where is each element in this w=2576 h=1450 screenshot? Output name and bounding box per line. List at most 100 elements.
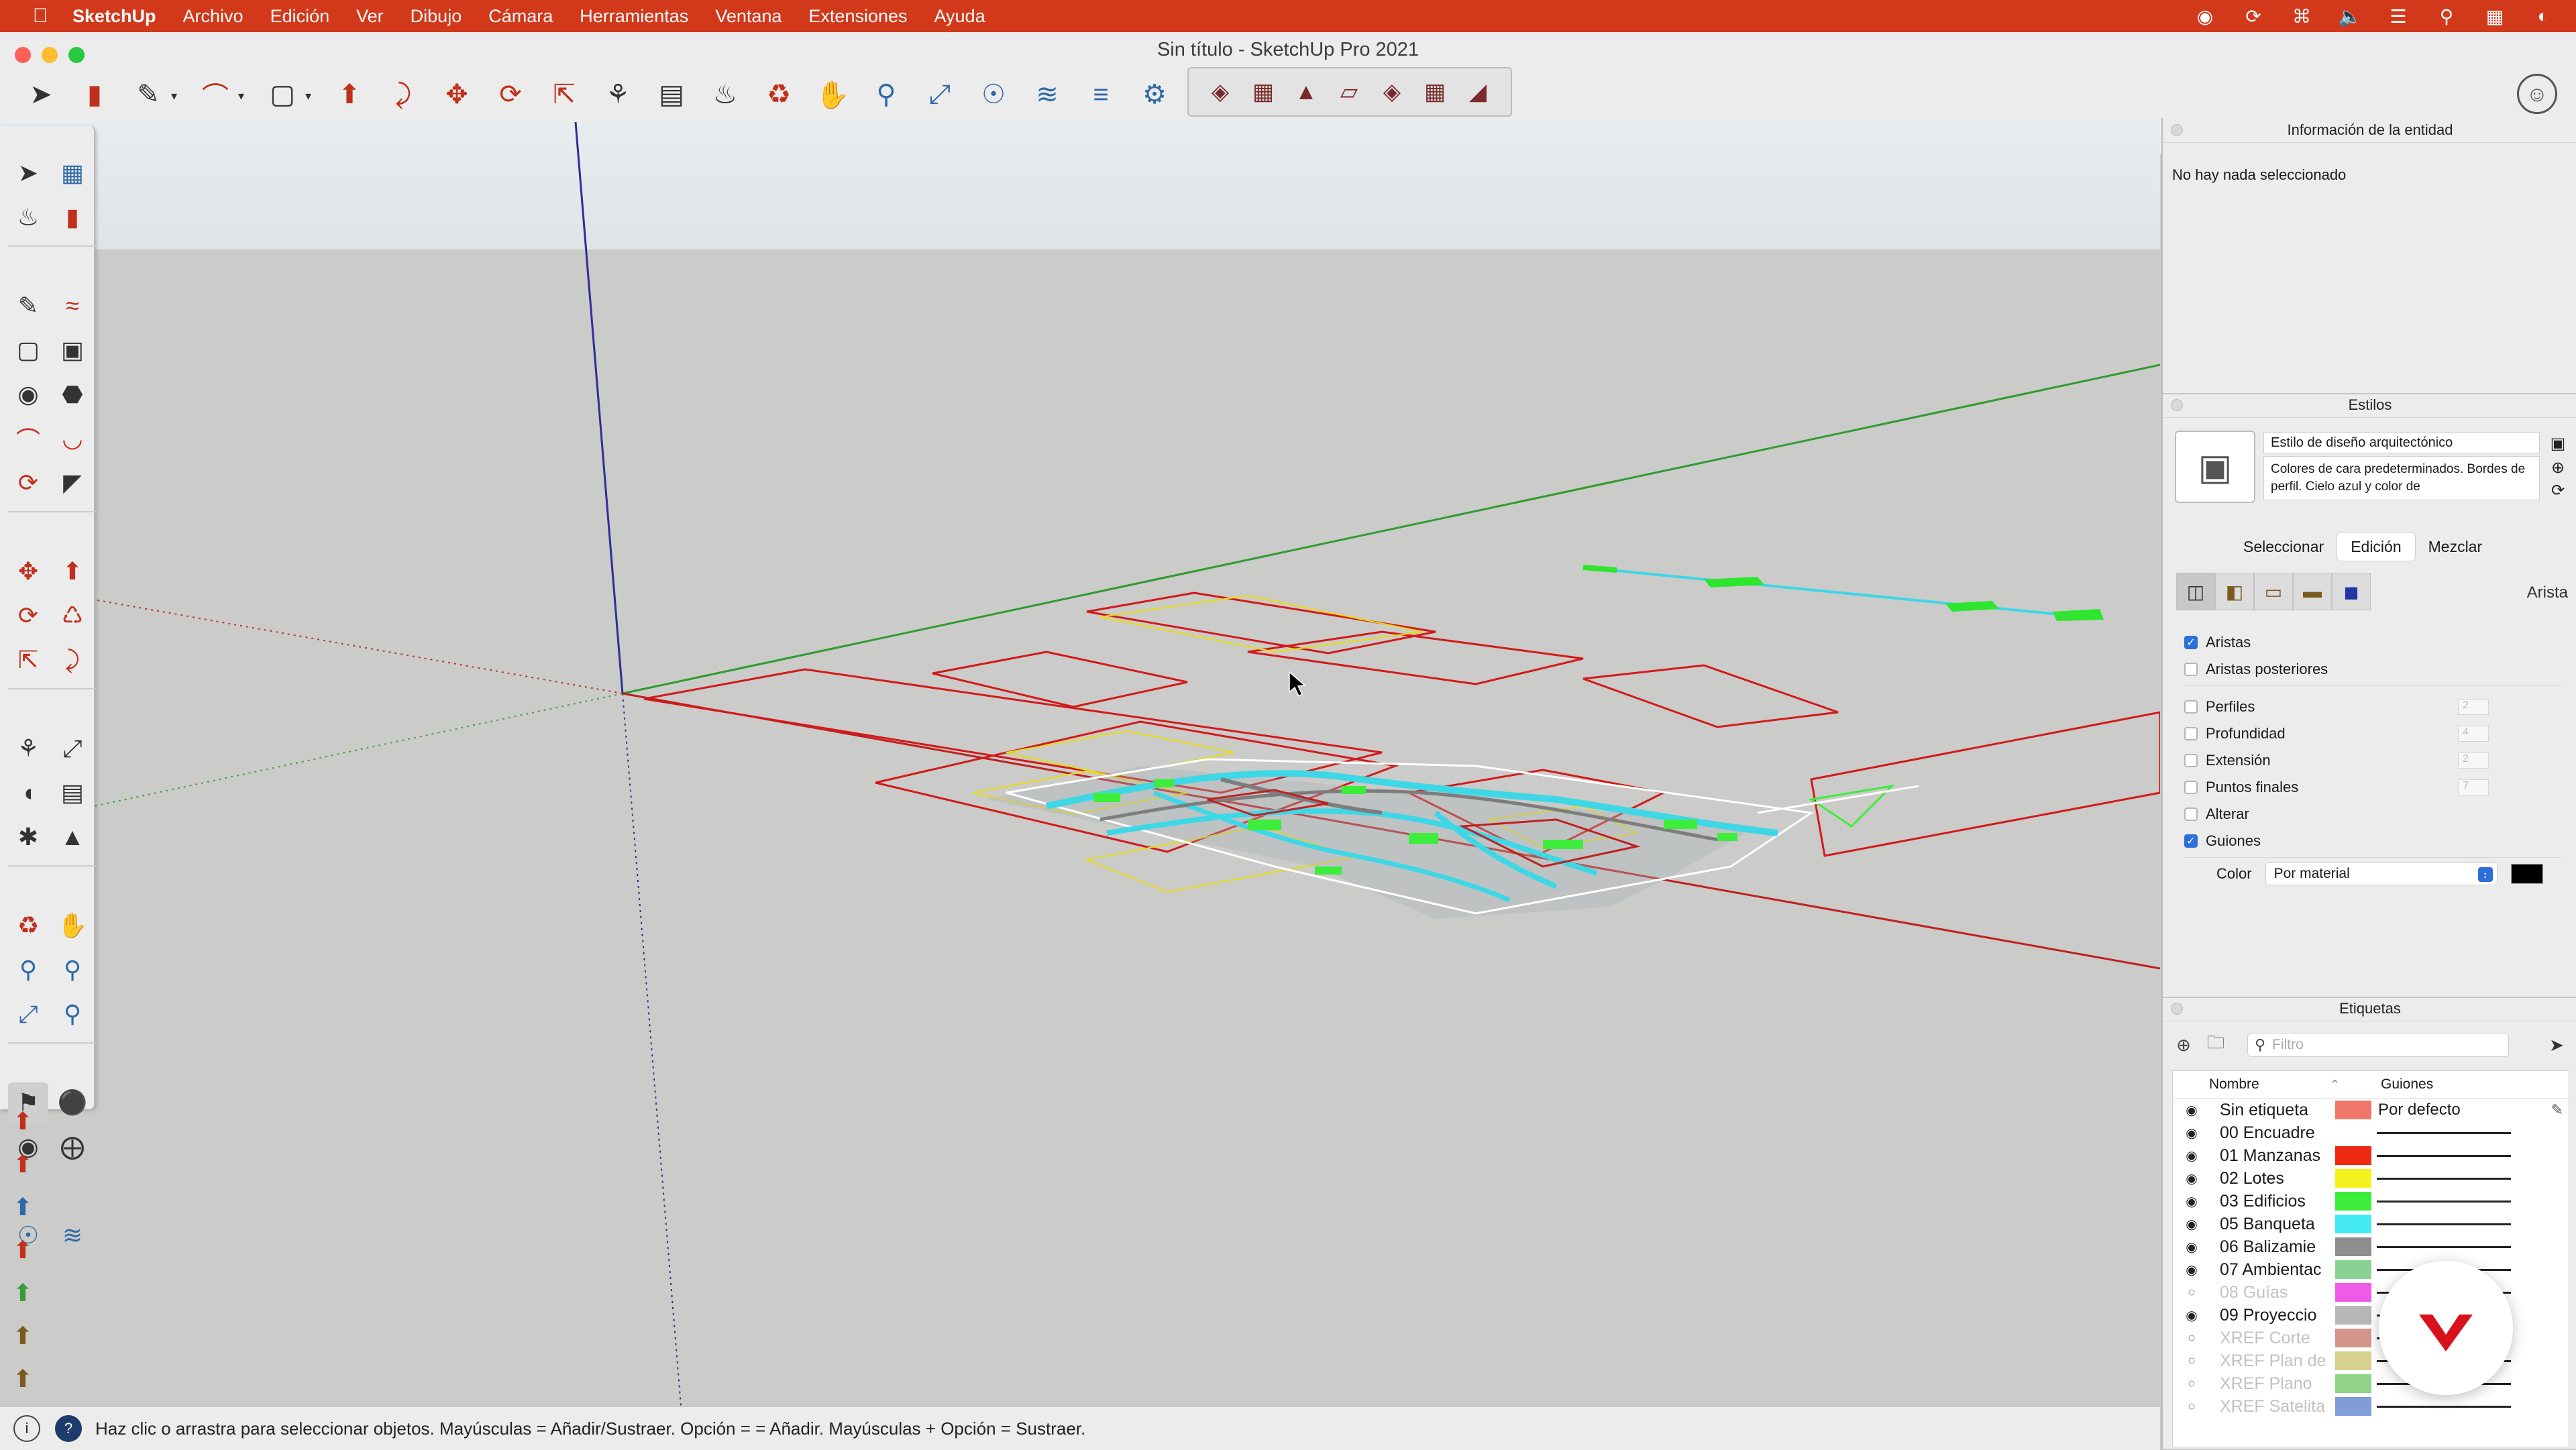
layout-icon[interactable]: ≡: [1080, 74, 1122, 115]
eye-closed-icon[interactable]: ○: [2181, 1376, 2202, 1392]
orbit-tool-icon[interactable]: ♻: [758, 74, 800, 115]
paint-bucket-icon[interactable]: ♨: [8, 197, 48, 237]
previous-view-icon[interactable]: ⚲: [52, 994, 93, 1034]
edge-color-select[interactable]: Por material ↕: [2265, 862, 2498, 885]
tag-color-swatch[interactable]: [2335, 1146, 2371, 1165]
menu-edicion[interactable]: Edición: [270, 6, 330, 27]
modeling-settings-icon[interactable]: ◼: [2332, 573, 2371, 610]
three-point-arc-icon[interactable]: ⟳: [8, 463, 48, 503]
tag-color-swatch[interactable]: [2335, 1397, 2371, 1416]
paint-bucket-icon[interactable]: ♨: [704, 74, 746, 115]
col-name-header[interactable]: Nombre: [2209, 1076, 2330, 1093]
eye-icon[interactable]: ◉: [2181, 1307, 2202, 1324]
background-settings-icon[interactable]: ▭: [2254, 573, 2293, 610]
two-point-arc-icon[interactable]: ◡: [52, 419, 93, 459]
menu-app[interactable]: SketchUp: [72, 6, 156, 27]
select-tool-icon[interactable]: ➤: [8, 153, 48, 193]
tag-name[interactable]: 01 Manzanas: [2220, 1146, 2331, 1166]
sync-icon[interactable]: ⟳: [2241, 5, 2266, 27]
tape-measure-icon[interactable]: ⚘: [597, 74, 639, 115]
tag-dash-line[interactable]: [2377, 1405, 2511, 1408]
push-pull-tool-icon[interactable]: ⬆: [52, 551, 93, 592]
zoom-tool-icon[interactable]: ⚲: [8, 950, 48, 990]
tag-color-swatch[interactable]: [2335, 1169, 2371, 1188]
style-description-field[interactable]: Colores de cara predeterminados. Bordes …: [2263, 456, 2540, 500]
scale-tool-icon[interactable]: ⇱: [8, 640, 48, 680]
tag-color-swatch[interactable]: [2335, 1237, 2371, 1256]
tag-color-swatch[interactable]: [2335, 1329, 2371, 1347]
tag-dash-line[interactable]: [2377, 1177, 2511, 1180]
tag-dash-line[interactable]: [2377, 1245, 2511, 1248]
intersect-icon[interactable]: ⬆: [0, 1143, 46, 1186]
tag-row[interactable]: ○ 08 Guías: [2173, 1281, 2569, 1304]
menu-ayuda[interactable]: Ayuda: [934, 6, 985, 27]
option-aristas[interactable]: ✓ Aristas: [2184, 629, 2560, 656]
create-style-icon[interactable]: ⊕: [2548, 457, 2568, 478]
eye-icon[interactable]: ◉: [2181, 1239, 2202, 1256]
face-settings-icon[interactable]: ◧: [2215, 573, 2254, 610]
tag-row[interactable]: ◉ 01 Manzanas: [2173, 1144, 2569, 1167]
checkbox-aristas[interactable]: ✓: [2184, 636, 2198, 649]
checkbox-profundidad[interactable]: [2184, 727, 2198, 740]
tag-color-swatch[interactable]: [2335, 1306, 2371, 1325]
solid-tool-icon[interactable]: ⬆: [0, 1357, 46, 1400]
follow-me-icon[interactable]: ♺: [52, 596, 93, 636]
tag-row[interactable]: ◉ 06 Balizamie: [2173, 1235, 2569, 1258]
extension-manager-icon[interactable]: ⚙: [1134, 74, 1175, 115]
menu-camara[interactable]: Cámara: [488, 6, 553, 27]
checkbox-extension[interactable]: [2184, 754, 2198, 767]
tag-name[interactable]: 08 Guías: [2220, 1283, 2331, 1302]
info-icon[interactable]: i: [13, 1415, 40, 1442]
tag-row[interactable]: ◉ Sin etiqueta Por defecto ✎: [2173, 1099, 2569, 1121]
tag-row[interactable]: ◉ 02 Lotes: [2173, 1167, 2569, 1190]
tag-row[interactable]: ◉ 05 Banqueta: [2173, 1213, 2569, 1235]
tag-row[interactable]: ○ XREF Satelita: [2173, 1395, 2569, 1418]
polygon-tool-icon[interactable]: ⬣: [52, 374, 93, 414]
eye-icon[interactable]: ◉: [2181, 1125, 2202, 1141]
tab-seleccionar[interactable]: Seleccionar: [2230, 533, 2337, 561]
drape-icon[interactable]: ◈: [1377, 76, 1407, 107]
outer-shell-icon[interactable]: ⬆: [0, 1100, 46, 1143]
tag-dash-line[interactable]: [2377, 1223, 2511, 1225]
tag-row[interactable]: ◉ 07 Ambientac: [2173, 1258, 2569, 1281]
rectangle-tool-icon[interactable]: ▢: [8, 330, 48, 370]
details-icon[interactable]: ➤: [2549, 1035, 2564, 1056]
tape-measure-icon[interactable]: ⚘: [8, 728, 48, 769]
pencil-tool-icon[interactable]: ✎ ▾: [127, 74, 177, 115]
menu-ventana[interactable]: Ventana: [715, 6, 782, 27]
tag-name[interactable]: 06 Balizamie: [2220, 1237, 2331, 1257]
line-tool-icon[interactable]: ✎: [8, 286, 48, 326]
menu-archivo[interactable]: Archivo: [183, 6, 244, 27]
split-icon[interactable]: ⬆: [0, 1315, 46, 1357]
checkbox-aristas-posteriores[interactable]: [2184, 663, 2198, 676]
arc-tool-icon[interactable]: ⌒ ▾: [195, 74, 244, 115]
style-name-field[interactable]: Estilo de diseño arquitectónico: [2263, 432, 2540, 453]
creative-cloud-icon[interactable]: ◉: [2192, 5, 2218, 27]
tag-name[interactable]: 03 Edificios: [2220, 1192, 2331, 1211]
tag-color-swatch[interactable]: [2335, 1192, 2371, 1211]
option-puntos-finales[interactable]: Puntos finales 7: [2184, 774, 2560, 801]
edge-color-swatch[interactable]: [2510, 864, 2543, 884]
section-plane-icon[interactable]: ⨁: [52, 1127, 93, 1167]
freehand-tool-icon[interactable]: ≈: [52, 286, 93, 326]
sandbox-scratch-icon[interactable]: ▦: [1248, 76, 1279, 107]
menu-herramientas[interactable]: Herramientas: [580, 6, 688, 27]
zoom-extents-icon[interactable]: ⤢: [8, 994, 48, 1034]
rotate-tool-icon[interactable]: ⟳: [8, 596, 48, 636]
extension-warehouse-icon[interactable]: ≋: [1026, 74, 1068, 115]
move-tool-icon[interactable]: ✥: [8, 551, 48, 592]
spotlight-icon[interactable]: ⚲: [2434, 5, 2459, 27]
checkbox-puntos-finales[interactable]: [2184, 781, 2198, 794]
make-component-icon[interactable]: ▦: [52, 153, 93, 193]
tag-row[interactable]: ◉ 03 Edificios: [2173, 1190, 2569, 1213]
profundidad-value[interactable]: 4: [2458, 726, 2489, 742]
eye-icon[interactable]: ◉: [2181, 1216, 2202, 1233]
offset-tool-icon[interactable]: ⤸: [52, 640, 93, 680]
tag-name[interactable]: 09 Proyeccio: [2220, 1306, 2331, 1325]
update-style-icon[interactable]: ⟳: [2548, 480, 2568, 500]
panel-close-icon[interactable]: [2171, 124, 2183, 136]
smoove-icon[interactable]: ▲: [1291, 76, 1322, 107]
walk-tool-icon[interactable]: ⚫: [52, 1082, 93, 1123]
eraser-tool-icon[interactable]: ▮: [52, 197, 93, 237]
puntos-finales-value[interactable]: 7: [2458, 779, 2489, 795]
